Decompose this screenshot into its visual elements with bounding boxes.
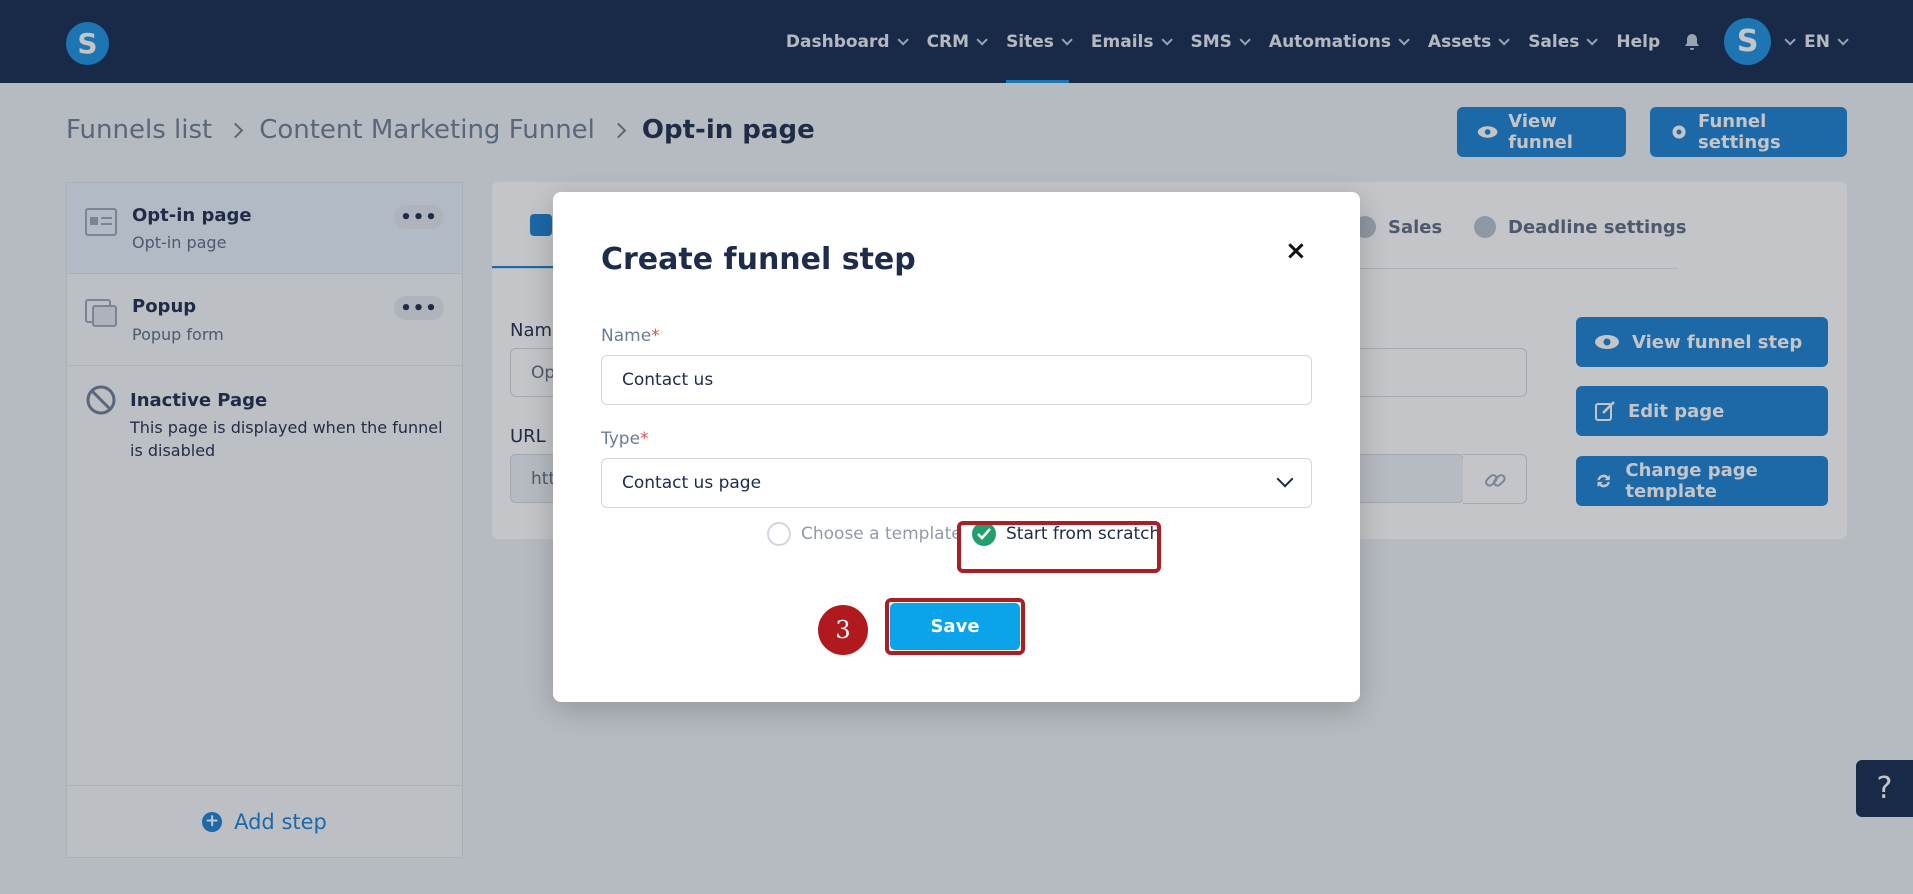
radio-unchecked-icon	[767, 522, 791, 546]
create-funnel-step-modal: Create funnel step × Name* Contact us Ty…	[553, 192, 1360, 702]
modal-title: Create funnel step	[601, 242, 916, 277]
required-marker: *	[651, 326, 660, 346]
type-select[interactable]: Contact us page	[601, 458, 1312, 508]
option-label: Choose a template	[801, 524, 962, 544]
name-label-text: Name	[601, 326, 652, 346]
choose-template-option[interactable]: Choose a template	[767, 522, 962, 546]
name-field-label: Name*	[601, 326, 660, 346]
step-number-badge: 3	[818, 605, 868, 655]
close-icon[interactable]: ×	[1285, 236, 1307, 266]
name-input[interactable]: Contact us	[601, 355, 1312, 405]
type-label-text: Type	[601, 429, 641, 449]
highlight-box	[957, 521, 1161, 573]
required-marker: *	[640, 429, 649, 449]
save-button[interactable]: Save	[890, 603, 1020, 650]
chevron-down-icon	[1276, 470, 1294, 488]
type-field-label: Type*	[601, 429, 649, 449]
type-select-value: Contact us page	[622, 473, 762, 493]
